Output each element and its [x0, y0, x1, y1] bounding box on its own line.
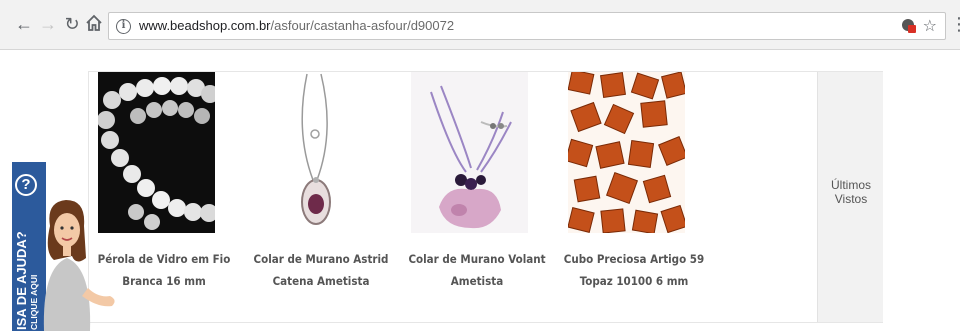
url-domain: www.beadshop.com.br: [139, 18, 271, 33]
recently-viewed-tab[interactable]: Últimos Vistos: [817, 72, 883, 322]
product-name[interactable]: Cubo Preciosa Artigo 59 Topaz 10100 6 mm: [559, 248, 709, 292]
back-arrow-icon[interactable]: ←: [14, 14, 34, 34]
help-text-line1: ISA DE AJUDA?: [14, 231, 29, 330]
address-bar[interactable]: i www.beadshop.com.br/asfour/castanha-as…: [108, 12, 946, 40]
help-widget[interactable]: ? ISA DE AJUDA? CLIQUE AQUI: [0, 160, 120, 331]
extension-icon[interactable]: [901, 18, 917, 34]
reload-icon[interactable]: ↻: [62, 14, 82, 34]
product-image-murano-pendant[interactable]: [255, 72, 372, 233]
info-icon[interactable]: i: [116, 19, 131, 34]
product-name[interactable]: Colar de Murano Volant Ametista: [402, 248, 552, 292]
product-image-topaz-cubes[interactable]: [568, 72, 685, 233]
recently-viewed-label[interactable]: Últimos Vistos: [818, 178, 884, 206]
url-text[interactable]: www.beadshop.com.br/asfour/castanha-asfo…: [139, 18, 454, 33]
product-image-murano-volant[interactable]: [411, 72, 528, 233]
star-icon[interactable]: ☆: [923, 16, 937, 36]
menu-icon[interactable]: ⋮: [950, 14, 960, 34]
product-name[interactable]: Colar de Murano Astrid Catena Ametista: [246, 248, 396, 292]
question-icon: ?: [15, 174, 37, 196]
browser-toolbar: ← → ↻ i www.beadshop.com.br/asfour/casta…: [0, 0, 960, 50]
forward-arrow-icon[interactable]: →: [38, 14, 58, 34]
home-icon[interactable]: [84, 14, 104, 34]
url-path: /asfour/castanha-asfour/d90072: [270, 18, 455, 33]
product-carousel: Pérola de Vidro em Fio Branca 16 mm Cola…: [88, 71, 883, 323]
assistant-avatar-icon[interactable]: [32, 196, 120, 331]
